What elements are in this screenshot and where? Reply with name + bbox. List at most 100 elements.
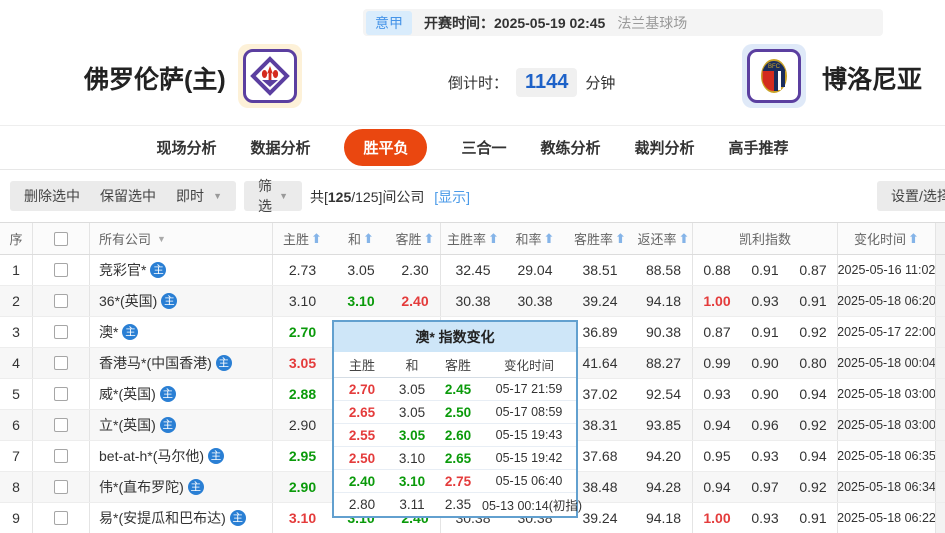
row-checkbox-cell <box>33 410 90 440</box>
popup-odds-cell: 2.80 <box>334 497 390 512</box>
filter-dropdown[interactable]: 筛选▼ <box>244 181 302 211</box>
company-name[interactable]: 澳* <box>99 322 118 342</box>
kelly-cell: 1.000.930.91 <box>692 286 837 316</box>
odds-cell: 3.10 <box>272 503 332 533</box>
row-checkbox[interactable] <box>54 356 68 370</box>
row-checkbox[interactable] <box>54 294 68 308</box>
kelly-value: 0.90 <box>741 386 789 402</box>
popup-title: 澳* 指数变化 <box>334 322 576 352</box>
kelly-value: 0.90 <box>741 355 789 371</box>
company-name[interactable]: 竞彩官* <box>99 260 146 280</box>
company-cell: 易*(安提瓜和巴布达)主 <box>90 503 272 533</box>
header-draw-odds[interactable]: 和⬆ <box>332 223 390 254</box>
company-name[interactable]: bet-at-h*(马尔他) <box>99 446 204 466</box>
header-home-odds[interactable]: 主胜⬆ <box>272 223 332 254</box>
sort-asc-icon: ⬆ <box>544 231 555 247</box>
away-team-name: 博洛尼亚 <box>822 60 922 96</box>
row-index: 7 <box>0 441 33 471</box>
tab-live-analysis[interactable]: 现场分析 <box>156 137 216 158</box>
company-name[interactable]: 伟*(直布罗陀) <box>99 477 184 497</box>
header-return-rate[interactable]: 返还率⬆ <box>635 223 692 254</box>
select-all-checkbox[interactable] <box>54 232 68 246</box>
odds-cell: 2.90 <box>272 472 332 502</box>
odds-change-popup: 澳* 指数变化 主胜和客胜变化时间 2.703.052.4505-17 21:5… <box>332 320 578 518</box>
tab-data-analysis[interactable]: 数据分析 <box>250 137 310 158</box>
row-checkbox[interactable] <box>54 449 68 463</box>
company-name[interactable]: 36*(英国) <box>99 291 157 311</box>
header-company[interactable]: 所有公司▼ <box>90 223 272 254</box>
popup-time-cell: 05-15 06:40 <box>482 474 576 488</box>
row-checkbox[interactable] <box>54 387 68 401</box>
filter-caret-icon: ▼ <box>157 234 166 244</box>
main-market-badge-icon: 主 <box>161 293 177 309</box>
next-column-sliver <box>935 441 945 471</box>
kelly-value: 0.91 <box>789 510 837 526</box>
company-name[interactable]: 香港马*(中国香港) <box>99 353 212 373</box>
tab-expert-picks[interactable]: 高手推荐 <box>729 137 789 158</box>
rate-cell: 94.18 <box>635 286 692 316</box>
tab-three-in-one[interactable]: 三合一 <box>461 137 506 158</box>
home-team-name: 佛罗伦萨(主) <box>84 60 226 96</box>
kelly-value: 0.87 <box>693 324 741 340</box>
company-name[interactable]: 立*(英国) <box>99 415 156 435</box>
sort-asc-icon: ⬆ <box>424 231 435 247</box>
delete-selected-button[interactable]: 删除选中 <box>10 181 94 211</box>
popup-odds-cell: 3.05 <box>390 382 434 397</box>
row-checkbox[interactable] <box>54 511 68 525</box>
odds-time-dropdown[interactable]: 即时▼ <box>162 181 236 211</box>
analysis-tab-bar: 现场分析 数据分析 胜平负 三合一 教练分析 裁判分析 高手推荐 <box>0 125 945 170</box>
kelly-value: 0.91 <box>741 324 789 340</box>
popup-odds-cell: 2.65 <box>434 451 482 466</box>
tab-win-draw-loss[interactable]: 胜平负 <box>344 129 427 166</box>
rate-cell: 88.58 <box>635 255 692 285</box>
next-column-sliver <box>935 255 945 285</box>
next-column-sliver <box>935 348 945 378</box>
next-column-sliver <box>935 286 945 316</box>
header-away-odds[interactable]: 客胜⬆ <box>390 223 440 254</box>
row-checkbox[interactable] <box>54 418 68 432</box>
keep-selected-button[interactable]: 保留选中 <box>86 181 170 211</box>
kelly-value: 1.00 <box>693 510 741 526</box>
popup-header-row: 主胜和客胜变化时间 <box>334 352 576 378</box>
company-cell: 威*(英国)主 <box>90 379 272 409</box>
kelly-value: 1.00 <box>693 293 741 309</box>
popup-odds-cell: 2.40 <box>334 474 390 489</box>
popup-time-cell: 05-13 00:14(初指) <box>482 495 576 514</box>
kelly-value: 0.92 <box>789 324 837 340</box>
header-checkbox-cell <box>33 223 90 254</box>
popup-odds-cell: 2.50 <box>334 451 390 466</box>
row-checkbox[interactable] <box>54 263 68 277</box>
main-market-badge-icon: 主 <box>150 262 166 278</box>
kickoff-time: 开赛时间：2025-05-19 02:45 <box>424 13 605 33</box>
company-cell: 澳*主 <box>90 317 272 347</box>
kelly-value: 0.94 <box>693 479 741 495</box>
company-name[interactable]: 威*(英国) <box>99 384 156 404</box>
next-column-sliver <box>935 410 945 440</box>
main-market-badge-icon: 主 <box>216 355 232 371</box>
table-row[interactable]: 236*(英国)主3.103.102.4030.3830.3839.2494.1… <box>0 286 945 317</box>
countdown-label: 倒计时： <box>448 72 508 93</box>
kelly-value: 0.88 <box>693 262 741 278</box>
chevron-down-icon: ▼ <box>213 191 222 201</box>
kelly-value: 0.92 <box>789 417 837 433</box>
kelly-value: 0.80 <box>789 355 837 371</box>
company-cell: bet-at-h*(马尔他)主 <box>90 441 272 471</box>
popup-header-cell: 主胜 <box>334 355 390 374</box>
tab-coach-analysis[interactable]: 教练分析 <box>541 137 601 158</box>
header-change-time[interactable]: 变化时间⬆ <box>837 223 935 254</box>
table-row[interactable]: 1竞彩官*主2.733.052.3032.4529.0438.5188.580.… <box>0 255 945 286</box>
change-time-cell: 2025-05-18 06:20 <box>837 286 935 316</box>
row-checkbox[interactable] <box>54 480 68 494</box>
header-draw-rate[interactable]: 和率⬆ <box>505 223 565 254</box>
show-link[interactable]: [显示] <box>434 189 470 205</box>
company-name[interactable]: 易*(安提瓜和巴布达) <box>99 508 226 528</box>
next-column-sliver <box>935 503 945 533</box>
popup-rows: 2.703.052.4505-17 21:592.653.052.5005-17… <box>334 378 576 516</box>
header-home-rate[interactable]: 主胜率⬆ <box>440 223 505 254</box>
row-checkbox[interactable] <box>54 325 68 339</box>
settings-button[interactable]: 设置/选择 <box>877 181 945 211</box>
company-cell: 竞彩官*主 <box>90 255 272 285</box>
header-away-rate[interactable]: 客胜率⬆ <box>565 223 635 254</box>
sort-asc-icon: ⬆ <box>615 231 626 247</box>
tab-referee-analysis[interactable]: 裁判分析 <box>635 137 695 158</box>
